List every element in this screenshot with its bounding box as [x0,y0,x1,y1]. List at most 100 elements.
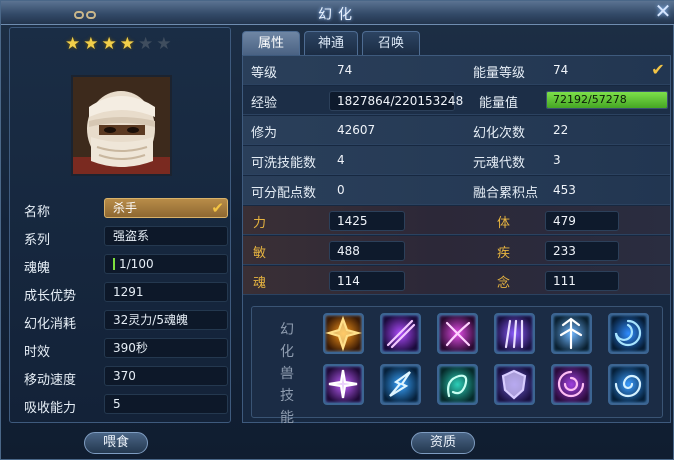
info-row: 幻化消耗 32灵力/5魂魄 [24,310,228,332]
info-label: 名称 [24,205,51,220]
info-value-text: 1291 [113,285,144,299]
skills-title: 幻化兽技能 [280,322,294,426]
spiral-icon[interactable] [608,364,649,405]
aptitude-button[interactable]: 资质 [411,432,475,454]
window-title: 幻化 [318,7,358,23]
star-filled-icon: ★ [101,34,117,54]
exp-value: 1827864/220153248 [329,91,463,111]
info-value: 1/100 [104,254,228,274]
tab-attributes[interactable]: 属性 [242,31,300,55]
info-value: 32灵力/5魂魄 [104,310,228,330]
info-value-text: 32灵力/5魂魄 [113,313,188,327]
energy-value: 72192/57278 [553,93,627,106]
wash-points-value: 4 [337,153,345,167]
pet-name-field[interactable]: 杀手 ✔ [104,198,228,218]
info-label: 魂魄 [24,261,51,276]
tab-summon[interactable]: 召唤 [362,31,420,55]
info-label: 系列 [24,233,51,248]
attribute-label: 力 [253,216,267,231]
trident-icon[interactable] [551,313,592,354]
info-value: 370 [104,366,228,386]
attribute-value: 111 [545,271,619,291]
star-empty-icon: ★ [138,34,154,54]
star-filled-icon: ★ [119,34,135,54]
checkmark-icon[interactable]: ✔ [211,199,224,217]
info-row: 吸收能力 5 [24,394,228,416]
soul-gen-label: 元魂代数 [473,156,526,171]
merge-points-label: 融合累积点 [473,186,539,201]
blue-vortex-icon[interactable] [608,313,649,354]
info-label: 成长优势 [24,289,77,304]
attribute-value: 479 [545,211,619,231]
info-value-text: 杀手 [113,201,138,215]
soul-progress-marker [113,258,115,270]
info-row: 魂魄 1/100 [24,254,228,276]
wash-points-label: 可洗技能数 [251,156,317,171]
skills-panel: 幻化兽技能 [251,306,663,426]
close-icon[interactable]: ✕ [653,1,673,22]
transform-count-value: 22 [553,123,569,137]
pink-strike-icon[interactable] [437,313,478,354]
info-label: 移动速度 [24,373,77,388]
transform-window: 幻化 ✕ ★ ★ ★ ★ ★ ★ 名称 杀手 ✔ 系列 强盗系魂魄 1/100 成长优势 1291 幻化消… [0,0,674,460]
info-value: 390秒 [104,338,228,358]
attribute-value: 114 [329,271,405,291]
table-row: 修为 42607 幻化次数 22 [243,116,670,145]
energy-bar: 72192/57278 [546,91,668,109]
title-bar[interactable]: 幻化 ✕ [1,1,674,25]
info-label: 吸收能力 [24,401,77,416]
blue-spark-icon[interactable] [380,364,421,405]
violet-claw-icon[interactable] [494,313,535,354]
attribute-value: 233 [545,241,619,261]
level-label: 等级 [251,66,278,81]
info-value-text: 370 [113,369,136,383]
star-filled-icon: ★ [65,34,81,54]
info-value-text: 390秒 [113,341,148,355]
purple-slash-icon[interactable] [380,313,421,354]
masked-bandit-portrait [73,77,170,174]
fire-burst-icon[interactable] [323,313,364,354]
energy-label: 能量值 [479,96,519,111]
attribute-label: 疾 [497,246,511,261]
feed-button[interactable]: 喂食 [84,432,148,454]
checkmark-icon[interactable]: ✔ [649,61,667,79]
pet-info-panel: ★ ★ ★ ★ ★ ★ 名称 杀手 ✔ 系列 强盗系魂魄 1/100 成长优势 1291 幻化消耗 32灵力… [9,27,231,423]
table-row: 经验 1827864/220153248 能量值 72192/57278 [243,86,670,115]
attribute-label: 体 [497,216,511,231]
attribute-label: 念 [497,276,511,291]
soul-gen-value: 3 [553,153,561,167]
cultivation-value: 42607 [337,123,376,137]
info-row: 成长优势 1291 [24,282,228,304]
violet-orb-icon[interactable] [551,364,592,405]
table-row: 力 1425 体 479 [243,206,670,235]
teal-wisp-icon[interactable] [437,364,478,405]
tab-bar: 属性 神通 召唤 [242,31,420,55]
shadow-shield-icon[interactable] [494,364,535,405]
free-points-value: 0 [337,183,345,197]
star-rating: ★ ★ ★ ★ ★ ★ [65,36,172,53]
info-label: 时效 [24,345,51,360]
exp-label: 经验 [251,96,278,111]
energy-level-value: 74 [553,63,569,77]
attribute-label: 敏 [253,246,267,261]
pet-portrait [71,75,172,176]
free-points-label: 可分配点数 [251,186,317,201]
info-row: 系列 强盗系 [24,226,228,248]
info-value-text: 强盗系 [113,229,150,243]
merge-points-value: 453 [553,183,576,197]
attribute-value: 1425 [329,211,405,231]
purple-flare-icon[interactable] [323,364,364,405]
info-row: 名称 杀手 ✔ [24,198,228,220]
table-row: 敏 488 疾 233 [243,236,670,265]
level-value: 74 [337,63,353,77]
info-value: 强盗系 [104,226,228,246]
table-row: 魂 114 念 111 [243,266,670,295]
table-row: 等级 74 能量等级 74 ✔ [243,56,670,85]
star-filled-icon: ★ [83,34,99,54]
table-row: 可分配点数 0 融合累积点 453 [243,176,670,205]
info-label: 幻化消耗 [24,317,77,332]
info-value-text: 5 [113,397,121,411]
info-value: 5 [104,394,228,414]
tab-divine-powers[interactable]: 神通 [304,31,358,55]
energy-level-label: 能量等级 [473,66,526,81]
